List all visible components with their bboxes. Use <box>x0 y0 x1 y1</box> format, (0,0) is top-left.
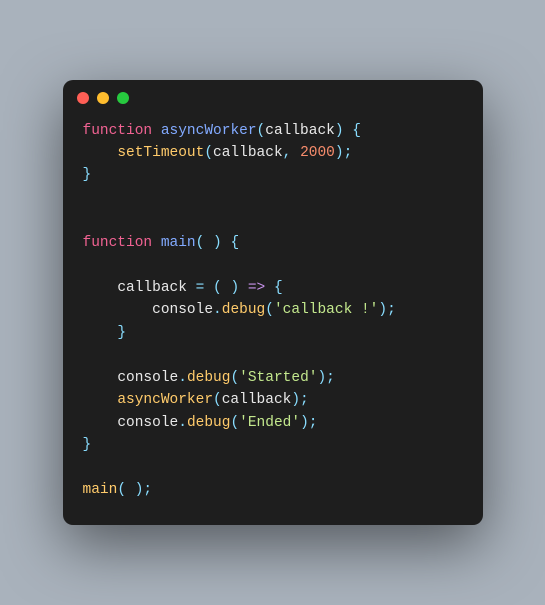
code-line: function asyncWorker(callback) { <box>83 120 463 142</box>
code-line: console.debug('Started'); <box>83 367 463 389</box>
token-punc: ( <box>257 123 266 139</box>
token-punc: } <box>83 437 92 453</box>
token-str: 'Started' <box>239 370 317 386</box>
token-punc: } <box>83 167 92 183</box>
token-ws <box>83 392 118 408</box>
token-name: setTimeout <box>117 145 204 161</box>
code-line: callback = ( ) => { <box>83 277 463 299</box>
token-punc: ); <box>378 302 395 318</box>
token-punc: { <box>265 280 282 296</box>
code-line: asyncWorker(callback); <box>83 389 463 411</box>
code-window: function asyncWorker(callback) { setTime… <box>63 80 483 526</box>
token-ws <box>83 145 118 161</box>
code-line: } <box>83 434 463 456</box>
minimize-icon[interactable] <box>97 92 109 104</box>
code-line: console.debug('callback !'); <box>83 299 463 321</box>
token-name: asyncWorker <box>117 392 213 408</box>
token-punc: ); <box>291 392 308 408</box>
code-line: } <box>83 164 463 186</box>
close-icon[interactable] <box>77 92 89 104</box>
token-punc: ); <box>335 145 352 161</box>
code-line: main( ); <box>83 479 463 501</box>
token-punc: ); <box>317 370 334 386</box>
token-punc: ) <box>335 123 344 139</box>
token-punc: ( ) { <box>196 235 240 251</box>
token-punc: ( <box>265 302 274 318</box>
token-punc: ( <box>204 145 213 161</box>
token-param: callback <box>265 123 335 139</box>
token-name: debug <box>187 415 231 431</box>
token-ws <box>83 325 118 341</box>
token-punc: ); <box>300 415 317 431</box>
token-punc: . <box>213 302 222 318</box>
token-obj: console <box>117 370 178 386</box>
token-param: callback <box>222 392 292 408</box>
code-line <box>83 457 463 479</box>
code-line: console.debug('Ended'); <box>83 412 463 434</box>
token-punc: ( <box>230 415 239 431</box>
code-line: } <box>83 322 463 344</box>
code-line: function main( ) { <box>83 232 463 254</box>
token-ws <box>83 302 153 318</box>
token-punc: ( ); <box>117 482 152 498</box>
token-punc: } <box>117 325 126 341</box>
token-ws <box>83 415 118 431</box>
token-punc: ( <box>213 392 222 408</box>
code-line <box>83 209 463 231</box>
token-name: main <box>83 482 118 498</box>
token-name: debug <box>187 370 231 386</box>
token-num: 2000 <box>300 145 335 161</box>
token-str: 'callback !' <box>274 302 378 318</box>
maximize-icon[interactable] <box>117 92 129 104</box>
token-punc: = ( ) <box>196 280 248 296</box>
token-param: callback <box>213 145 283 161</box>
code-line <box>83 254 463 276</box>
token-fn: main <box>161 235 196 251</box>
token-punc: . <box>178 370 187 386</box>
token-punc: , <box>283 145 300 161</box>
token-kw: function <box>83 235 161 251</box>
token-punc: . <box>178 415 187 431</box>
token-obj: console <box>117 415 178 431</box>
token-name: debug <box>222 302 266 318</box>
token-arrow: => <box>248 280 265 296</box>
token-ws <box>83 370 118 386</box>
code-line: setTimeout(callback, 2000); <box>83 142 463 164</box>
code-line <box>83 187 463 209</box>
token-obj: console <box>152 302 213 318</box>
token-ws <box>83 280 118 296</box>
window-titlebar <box>63 80 483 116</box>
token-punc: ( <box>230 370 239 386</box>
token-str: 'Ended' <box>239 415 300 431</box>
token-fn: asyncWorker <box>161 123 257 139</box>
code-block: function asyncWorker(callback) { setTime… <box>63 116 483 526</box>
token-kw: function <box>83 123 161 139</box>
token-punc: { <box>344 123 361 139</box>
code-line <box>83 344 463 366</box>
token-param: callback <box>117 280 195 296</box>
